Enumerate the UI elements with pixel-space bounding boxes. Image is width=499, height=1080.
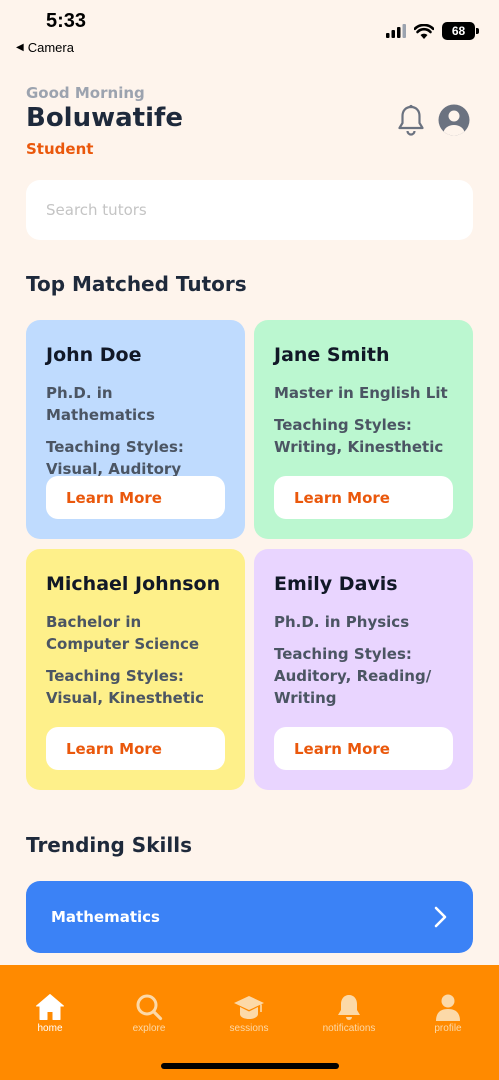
greeting-text: Good Morning <box>26 84 145 102</box>
nav-label: sessions <box>229 1023 269 1034</box>
user-name: Boluwatife <box>26 103 183 133</box>
nav-label: notifications <box>322 1023 376 1034</box>
learn-more-button[interactable]: Learn More <box>46 727 225 770</box>
nav-notifications[interactable]: notifications <box>309 993 389 1034</box>
nav-home[interactable]: home <box>10 993 90 1034</box>
user-circle-icon <box>438 104 470 136</box>
search-icon <box>136 994 163 1021</box>
top-tutors-heading: Top Matched Tutors <box>26 272 247 296</box>
nav-label: profile <box>434 1023 462 1034</box>
status-icons: 68 <box>386 22 479 40</box>
skill-label: Mathematics <box>51 908 160 926</box>
bell-icon <box>338 995 360 1020</box>
back-label: Camera <box>27 40 74 55</box>
notifications-button[interactable] <box>395 103 427 137</box>
back-triangle-icon: ◀ <box>16 42 24 53</box>
nav-label: home <box>37 1023 63 1034</box>
search-input[interactable] <box>46 201 453 219</box>
tutor-name: Michael Johnson <box>46 573 221 595</box>
tutor-degree: Ph.D. in Mathematics <box>46 384 155 424</box>
home-indicator <box>161 1063 339 1069</box>
bell-outline-icon <box>398 104 424 136</box>
tutor-name: John Doe <box>46 344 142 366</box>
cellular-signal-icon <box>386 24 406 38</box>
nav-sessions[interactable]: sessions <box>209 993 289 1034</box>
tutor-card: Emily Davis Ph.D. in Physics Teaching St… <box>254 549 473 790</box>
chevron-right-icon <box>434 906 447 928</box>
wifi-icon <box>414 23 434 39</box>
battery-indicator: 68 <box>442 22 479 40</box>
tutor-degree: Ph.D. in Physics <box>274 613 410 631</box>
tutor-card: John Doe Ph.D. in Mathematics Teaching S… <box>26 320 245 539</box>
nav-profile[interactable]: profile <box>408 993 488 1034</box>
status-time: 5:33 <box>46 10 87 32</box>
tutor-teaching-styles: Teaching Styles: Visual, Kinesthetic <box>46 667 205 707</box>
tutor-name: Emily Davis <box>274 573 398 595</box>
tutor-card: Michael Johnson Bachelor in Computer Sci… <box>26 549 245 790</box>
trending-skills-heading: Trending Skills <box>26 833 192 857</box>
header-actions <box>395 103 471 137</box>
tutor-degree: Master in English Lit <box>274 384 448 402</box>
user-role: Student <box>26 140 94 158</box>
tutor-name: Jane Smith <box>274 344 390 366</box>
graduation-cap-icon <box>234 996 264 1019</box>
learn-more-button[interactable]: Learn More <box>274 476 453 519</box>
tutor-degree: Bachelor in Computer Science <box>46 613 200 653</box>
home-icon <box>36 994 64 1020</box>
learn-more-button[interactable]: Learn More <box>46 476 225 519</box>
nav-label: explore <box>132 1023 166 1034</box>
person-icon <box>436 994 460 1021</box>
screen: 5:33 ◀ Camera 68 Good Morning Boluwatife… <box>0 0 499 1080</box>
tutor-teaching-styles: Teaching Styles: Writing, Kinesthetic <box>274 416 444 456</box>
nav-explore[interactable]: explore <box>109 993 189 1034</box>
tutor-teaching-styles: Teaching Styles: Auditory, Reading/ Writ… <box>274 645 432 707</box>
search-box[interactable] <box>26 180 473 240</box>
profile-avatar-button[interactable] <box>437 103 471 137</box>
back-to-camera-link[interactable]: ◀ Camera <box>16 40 74 55</box>
tutor-card: Jane Smith Master in English Lit Teachin… <box>254 320 473 539</box>
tutor-teaching-styles: Teaching Styles: Visual, Auditory <box>46 438 184 478</box>
learn-more-button[interactable]: Learn More <box>274 727 453 770</box>
skill-item-mathematics[interactable]: Mathematics <box>26 881 473 953</box>
